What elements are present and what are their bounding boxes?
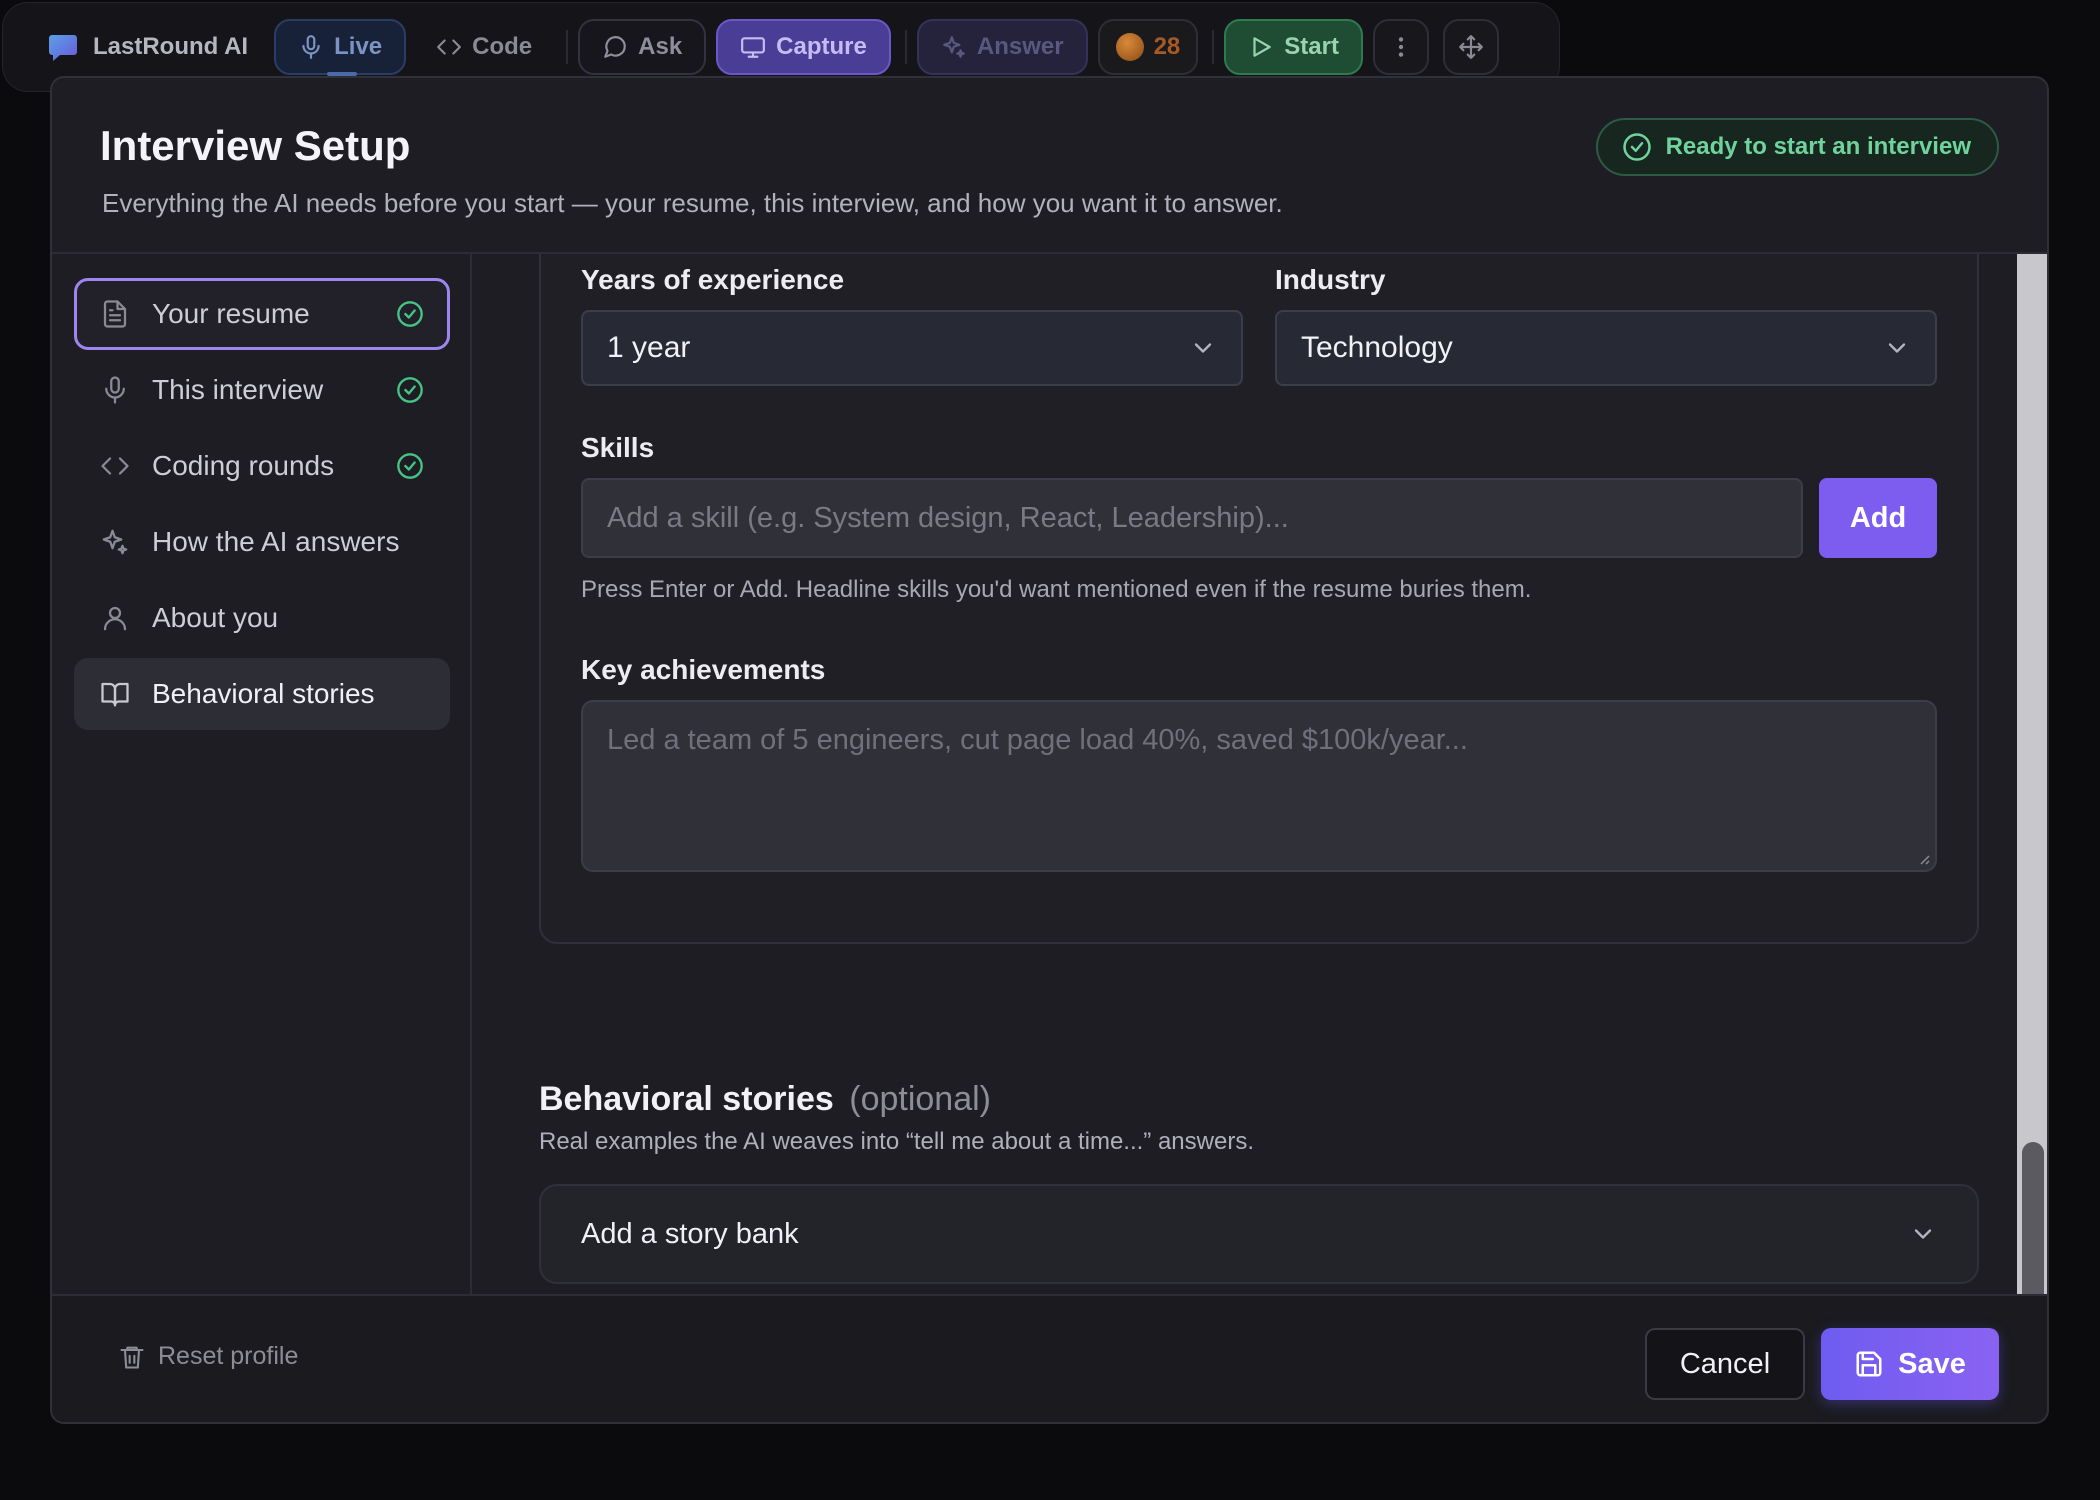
credits-count: 28: [1153, 33, 1181, 60]
answer-label: Answer: [976, 33, 1064, 60]
sidebar-item-label: Behavioral stories: [152, 678, 375, 709]
sidebar-item-behavioral-stories[interactable]: Behavioral stories: [74, 658, 450, 730]
add-skill-button[interactable]: Add: [1819, 478, 1937, 558]
skills-label: Skills: [581, 432, 655, 463]
monitor-icon: [741, 37, 766, 58]
ask-button[interactable]: Ask: [578, 19, 707, 75]
check-circle-icon: [397, 377, 423, 403]
chevron-down-icon: [1888, 343, 1906, 353]
status-badge: Ready to start an interview: [1595, 118, 1999, 176]
experience-value: 1 year: [607, 331, 691, 364]
chevron-down-icon: [1194, 343, 1212, 353]
trash-icon: [120, 1346, 144, 1369]
modal-title: Interview Setup: [100, 122, 411, 169]
brand-name: LastRound AI: [93, 33, 249, 60]
toolbar-divider: [1212, 30, 1215, 64]
capture-button[interactable]: Capture: [716, 19, 891, 75]
resize-grip-icon[interactable]: [1915, 850, 1931, 866]
sidebar-item-label: How the AI answers: [152, 526, 400, 557]
behavioral-stories-description: Real examples the AI weaves into “tell m…: [539, 1128, 1254, 1155]
cancel-button[interactable]: Cancel: [1645, 1328, 1805, 1400]
code-brackets-icon: [100, 451, 130, 481]
chat-bubble-logo: [49, 35, 77, 61]
sidebar-item-label: Coding rounds: [152, 450, 335, 481]
sidebar-item-this-interview[interactable]: This interview: [74, 354, 450, 426]
code-button[interactable]: Code: [416, 19, 552, 75]
live-label: Live: [334, 33, 383, 60]
story-bank-dropdown[interactable]: Add a story bank: [539, 1184, 1979, 1284]
sidebar-item-coding-rounds[interactable]: Coding rounds: [74, 430, 450, 502]
message-circle-icon: [604, 36, 626, 58]
status-text: Ready to start an interview: [1665, 133, 1971, 160]
sidebar-item-label: This interview: [152, 374, 324, 405]
save-icon: [1856, 1351, 1882, 1377]
resume-details-card: Years of experience 1 year Industry Tech…: [539, 254, 1979, 944]
answer-button[interactable]: Answer: [916, 19, 1088, 75]
modal-subtitle: Everything the AI needs before you start…: [102, 188, 1283, 218]
save-label: Save: [1898, 1347, 1966, 1380]
code-brackets-icon: [437, 39, 462, 55]
book-open-icon: [100, 679, 130, 709]
achievements-placeholder: Led a team of 5 engineers, cut page load…: [607, 724, 1468, 756]
skills-input[interactable]: Add a skill (e.g. System design, React, …: [581, 478, 1803, 558]
industry-value: Technology: [1301, 331, 1453, 364]
setup-content: Years of experience 1 year Industry Tech…: [473, 254, 2039, 1298]
mic-icon: [302, 35, 320, 59]
check-circle-icon: [1622, 133, 1651, 161]
modal-header: Interview Setup Everything the AI needs …: [52, 78, 2047, 254]
reset-profile-button[interactable]: Reset profile: [118, 1342, 298, 1371]
move-icon: [1459, 35, 1483, 59]
reset-profile-label: Reset profile: [158, 1342, 299, 1370]
experience-label: Years of experience: [581, 264, 845, 295]
sidebar-item-how-the-ai-answers[interactable]: How the AI answers: [74, 506, 450, 578]
setup-sidebar: Your resume This interview Coding rounds…: [52, 254, 472, 1298]
start-label: Start: [1284, 33, 1339, 60]
content-scrollbar[interactable]: [2017, 254, 2047, 1368]
optional-tag: (optional): [849, 1080, 991, 1118]
skills-helper: Press Enter or Add. Headline skills you'…: [581, 576, 1532, 603]
interview-setup-modal: Interview Setup Everything the AI needs …: [50, 76, 2049, 1424]
capture-label: Capture: [776, 33, 867, 60]
more-vertical-icon: [1398, 37, 1404, 57]
achievements-label: Key achievements: [581, 654, 826, 685]
story-bank-label: Add a story bank: [581, 1217, 799, 1250]
file-text-icon: [100, 299, 130, 329]
drag-handle[interactable]: [1442, 19, 1499, 75]
credits-badge[interactable]: 28: [1097, 19, 1199, 75]
code-label: Code: [472, 33, 533, 60]
modal-footer: Reset profile Cancel Save: [52, 1294, 2047, 1422]
user-icon: [100, 603, 130, 633]
mic-icon: [100, 375, 130, 405]
toolbar-divider: [904, 30, 907, 64]
industry-label: Industry: [1275, 264, 1386, 295]
section-title-text: Behavioral stories: [539, 1080, 834, 1118]
sidebar-item-about-you[interactable]: About you: [74, 582, 450, 654]
sparkles-icon: [100, 527, 130, 557]
ask-label: Ask: [638, 33, 683, 60]
sidebar-item-label: Your resume: [152, 298, 310, 329]
sparkles-icon: [943, 36, 965, 58]
chevron-down-icon: [1914, 1229, 1932, 1239]
skills-placeholder: Add a skill (e.g. System design, React, …: [607, 501, 1289, 534]
live-button[interactable]: Live: [274, 19, 407, 76]
start-button[interactable]: Start: [1224, 19, 1363, 75]
save-button[interactable]: Save: [1821, 1328, 1999, 1400]
play-icon: [1253, 37, 1272, 57]
brand: LastRound AI: [47, 31, 248, 63]
coin-icon: [1115, 33, 1144, 61]
experience-select[interactable]: 1 year: [581, 310, 1243, 386]
achievements-textarea[interactable]: Led a team of 5 engineers, cut page load…: [581, 700, 1937, 872]
check-circle-icon: [397, 453, 423, 479]
more-options-button[interactable]: [1372, 19, 1429, 75]
behavioral-stories-heading: Behavioral stories (optional): [539, 1080, 991, 1119]
sidebar-item-label: About you: [152, 602, 279, 633]
sidebar-item-your-resume[interactable]: Your resume: [74, 278, 450, 350]
industry-select[interactable]: Technology: [1275, 310, 1937, 386]
toolbar-divider: [566, 30, 569, 64]
check-circle-icon: [397, 301, 423, 327]
